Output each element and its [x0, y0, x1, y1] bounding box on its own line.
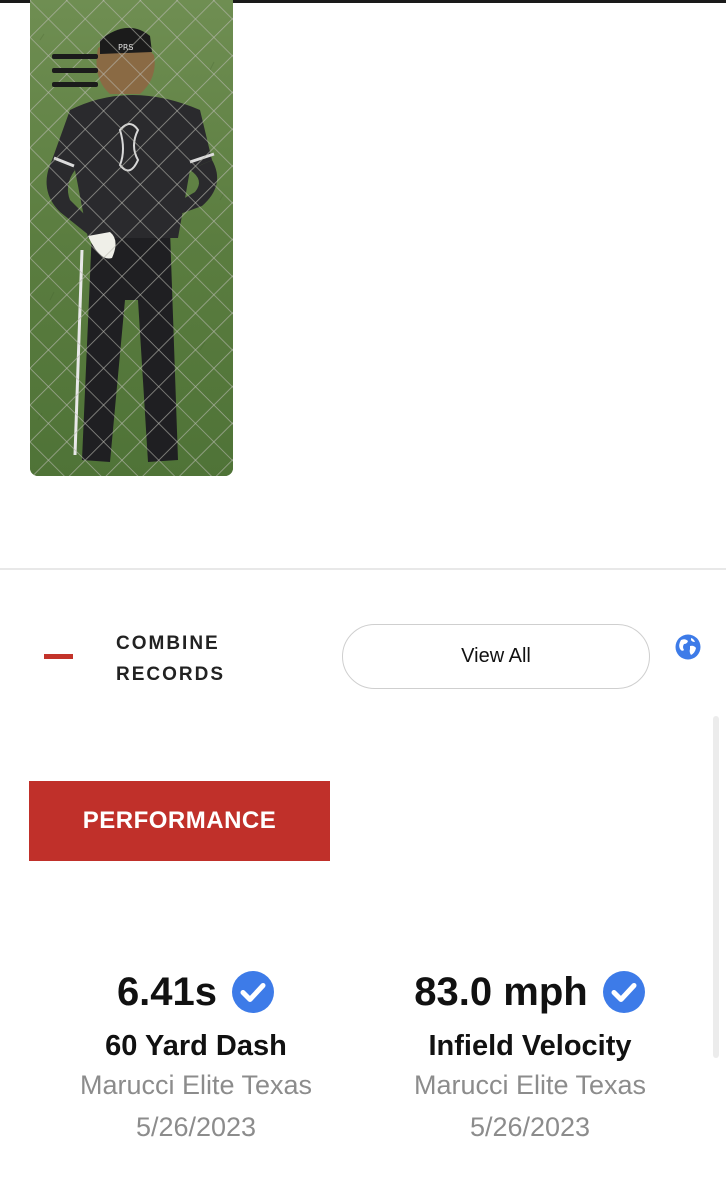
- stat-card-60-yard-dash: 6.41s 60 Yard Dash Marucci Elite Texas 5…: [31, 966, 361, 1148]
- stat-name: Infield Velocity: [428, 1030, 632, 1062]
- scrollbar[interactable]: [713, 716, 719, 1058]
- globe-icon[interactable]: [675, 634, 701, 660]
- tab-performance[interactable]: PERFORMANCE: [29, 781, 330, 861]
- stat-date: 5/26/2023: [135, 1112, 257, 1142]
- section-title-line2: RECORDS: [116, 664, 226, 685]
- stat-team: Marucci Elite Texas: [413, 1070, 647, 1100]
- view-all-button[interactable]: View All: [342, 624, 650, 689]
- hamburger-menu-icon[interactable]: [52, 54, 98, 90]
- stat-date: 5/26/2023: [469, 1112, 591, 1142]
- menu-line: [52, 54, 98, 59]
- section-divider: [0, 568, 726, 570]
- verified-check-icon: [232, 971, 275, 1013]
- stat-value: 83.0 mph: [414, 969, 588, 1014]
- stat-name: 60 Yard Dash: [105, 1030, 287, 1062]
- menu-line: [52, 68, 98, 73]
- stat-value: 6.41s: [116, 969, 218, 1014]
- stat-team: Marucci Elite Texas: [79, 1070, 313, 1100]
- stat-card-infield-velocity: 83.0 mph Infield Velocity Marucci Elite …: [365, 966, 695, 1148]
- verified-check-icon: [602, 971, 645, 1013]
- page: PRS COMBINE RECORDS View All PERFORMANCE…: [0, 0, 726, 1200]
- stat-value-row: 83.0 mph: [365, 966, 695, 1018]
- stat-value-row: 6.41s: [31, 966, 361, 1018]
- menu-line: [52, 82, 98, 87]
- section-accent-dash: [44, 654, 73, 659]
- section-title: COMBINE RECORDS: [116, 628, 256, 690]
- section-title-line1: COMBINE: [116, 633, 220, 654]
